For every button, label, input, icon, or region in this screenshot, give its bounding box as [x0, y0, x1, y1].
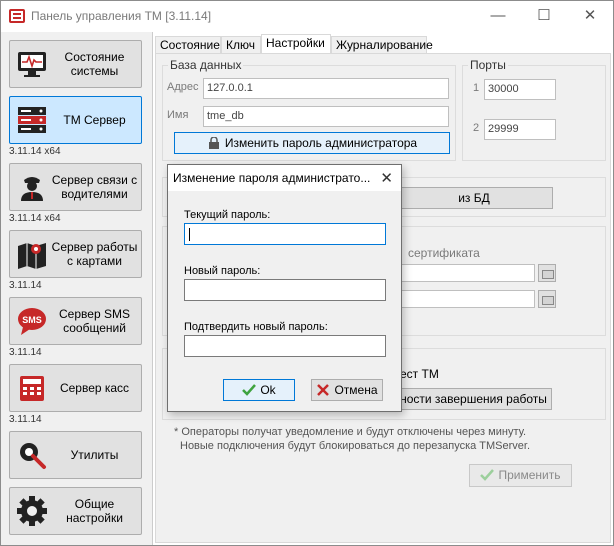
version-label: 3.11.14 x64	[9, 213, 61, 224]
certificate-label: сертификата	[408, 246, 480, 260]
check-icon	[242, 384, 257, 396]
window-title: Панель управления TM [3.11.14]	[31, 9, 212, 23]
restart-tm-label: ест TM	[400, 367, 439, 381]
check-icon	[480, 469, 495, 481]
driver-icon	[21, 177, 43, 201]
apply-button-label: Применить	[498, 468, 561, 482]
sidebar-item-driver-server[interactable]: Сервер связи с водителями	[9, 163, 142, 211]
server-rack-icon	[18, 107, 46, 133]
database-group: База данных Адрес 127.0.0.1 Имя tme_db И…	[162, 58, 456, 161]
minimize-button[interactable]: —	[475, 1, 521, 32]
certificate-field[interactable]	[395, 264, 535, 282]
cancel-button[interactable]: Отмена	[311, 379, 383, 401]
folder-icon[interactable]	[538, 290, 556, 308]
sidebar-item-label: Сервер касс	[59, 381, 130, 395]
folder-icon[interactable]	[538, 264, 556, 282]
address-label: Адрес	[167, 81, 199, 93]
maximize-button[interactable]: ☐	[521, 1, 567, 32]
operators-note-line1: * Операторы получат уведомление и будут …	[174, 426, 527, 438]
graceful-shutdown-button[interactable]: ности завершения работы	[395, 388, 552, 410]
ok-button[interactable]: Ok	[223, 379, 295, 401]
change-admin-password-label: Изменить пароль администратора	[224, 136, 418, 150]
name-label: Имя	[167, 109, 189, 121]
monitor-pulse-icon	[18, 52, 46, 77]
version-label: 3.11.14	[9, 347, 42, 358]
version-label: 3.11.14 x64	[9, 146, 61, 157]
app-window: Панель управления TM [3.11.14] — ☐ ✕ Сос…	[0, 0, 614, 546]
change-admin-password-button[interactable]: Изменить пароль администратора	[174, 132, 450, 154]
lock-icon	[208, 137, 219, 149]
sms-icon: SMS	[18, 308, 46, 335]
port2-label: 2	[473, 122, 480, 134]
operators-note-line2: Новые подключения будут блокироваться до…	[180, 440, 531, 452]
new-password-input[interactable]	[184, 279, 386, 301]
port1-label: 1	[473, 82, 480, 94]
port1-field[interactable]: 30000	[484, 79, 556, 100]
ok-button-label: Ok	[260, 383, 276, 397]
confirm-password-input[interactable]	[184, 335, 386, 357]
sidebar-item-general-settings[interactable]: Общие настройки	[9, 487, 142, 535]
tab-logging[interactable]: Журналирование	[331, 36, 433, 54]
apply-button[interactable]: Применить	[469, 464, 572, 487]
database-group-title: База данных	[168, 58, 244, 72]
address-field[interactable]: 127.0.0.1	[203, 78, 449, 99]
sidebar-item-label: Сервер связи с водителями	[51, 173, 138, 201]
sidebar-item-utilities[interactable]: Утилиты	[9, 431, 142, 479]
sidebar-item-label: TM Сервер	[63, 113, 126, 127]
gear-icon	[17, 496, 47, 526]
db-name-field[interactable]: tme_db	[203, 106, 449, 127]
current-password-input[interactable]	[184, 223, 386, 245]
cross-icon	[317, 384, 330, 396]
sidebar-item-label: Сервер работы с картами	[51, 240, 138, 268]
sidebar-item-label: Общие настройки	[66, 497, 123, 525]
close-button[interactable]: ✕	[567, 1, 613, 32]
change-password-dialog: Изменение пароля администрато... ✕ Текущ…	[167, 164, 402, 412]
sidebar-item-sms-server[interactable]: SMS Сервер SMS сообщений	[9, 297, 142, 345]
app-icon	[9, 9, 25, 23]
wrench-gear-icon	[20, 443, 46, 469]
current-password-label: Текущий пароль:	[184, 209, 271, 221]
db-action-button[interactable]: из БД	[395, 187, 553, 209]
version-label: 3.11.14	[9, 280, 42, 291]
tab-key[interactable]: Ключ	[221, 36, 261, 54]
sidebar-item-label: Состояние системы	[64, 50, 125, 78]
ports-group-title: Порты	[468, 58, 508, 72]
dialog-title-bar: Изменение пароля администрато... ✕	[168, 165, 401, 191]
sidebar-item-map-server[interactable]: Сервер работы с картами	[9, 230, 142, 278]
cancel-button-label: Отмена	[334, 383, 378, 397]
dialog-title: Изменение пароля администрато...	[173, 171, 371, 185]
sidebar: Состояние системы TM Сервер 3.11.14 x64 …	[1, 32, 151, 545]
key-field[interactable]	[395, 290, 535, 308]
sidebar-item-label: Утилиты	[70, 448, 119, 462]
new-password-label: Новый пароль:	[184, 265, 261, 277]
sidebar-item-cash-server[interactable]: Сервер касс	[9, 364, 142, 412]
tab-settings[interactable]: Настройки	[261, 34, 331, 55]
svg-text:SMS: SMS	[22, 315, 42, 325]
sidebar-item-label: Сервер SMS сообщений	[59, 307, 130, 335]
map-pin-icon	[18, 243, 46, 269]
ports-group: Порты 1 30000 2 29999	[462, 58, 606, 161]
title-bar: Панель управления TM [3.11.14] — ☐ ✕	[1, 1, 613, 32]
cash-register-icon	[20, 376, 44, 401]
dialog-close-button[interactable]: ✕	[380, 169, 393, 187]
confirm-password-label: Подтвердить новый пароль:	[184, 321, 328, 333]
version-label: 3.11.14	[9, 414, 42, 425]
text-caret	[189, 228, 190, 241]
tab-status[interactable]: Состояние	[155, 36, 221, 54]
sidebar-item-tm-server[interactable]: TM Сервер	[9, 96, 142, 144]
port2-field[interactable]: 29999	[484, 119, 556, 140]
sidebar-item-system-status[interactable]: Состояние системы	[9, 40, 142, 88]
